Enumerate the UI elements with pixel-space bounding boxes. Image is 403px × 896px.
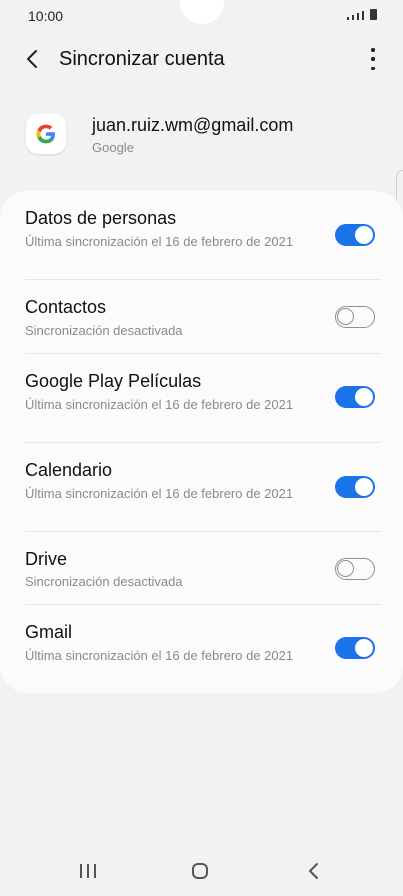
- app-bar: Sincronizar cuenta: [0, 40, 403, 80]
- sync-item-status: Última sincronización el 16 de febrero d…: [25, 486, 294, 501]
- more-options-icon[interactable]: [369, 48, 377, 70]
- signal-icon: [362, 11, 364, 20]
- sync-toggle[interactable]: [335, 224, 375, 246]
- sync-item-status: Última sincronización el 16 de febrero d…: [25, 234, 294, 249]
- home-icon[interactable]: [192, 863, 208, 879]
- sync-toggle[interactable]: [335, 558, 375, 580]
- status-time: 10:00: [28, 8, 64, 24]
- sync-item-drive[interactable]: Drive Sincronización desactivada: [0, 532, 403, 605]
- sync-item-google-play-peliculas[interactable]: Google Play Películas Última sincronizac…: [0, 354, 403, 442]
- page-title: Sincronizar cuenta: [59, 48, 225, 70]
- navigation-bar: [0, 840, 403, 896]
- recent-apps-icon[interactable]: [80, 864, 96, 878]
- sync-item-label: Calendario: [25, 460, 113, 480]
- sync-item-status: Última sincronización el 16 de febrero d…: [25, 397, 294, 412]
- sync-toggle[interactable]: [335, 306, 375, 328]
- sync-item-label: Google Play Películas: [25, 371, 202, 391]
- sync-item-status: Sincronización desactivada: [25, 323, 183, 338]
- sync-item-status: Sincronización desactivada: [25, 574, 183, 589]
- sync-toggle[interactable]: [335, 386, 375, 408]
- signal-icon: [347, 17, 349, 20]
- sync-item-status: Última sincronización el 16 de febrero d…: [25, 648, 294, 663]
- account-email: juan.ruiz.wm@gmail.com: [92, 115, 294, 135]
- battery-icon: [370, 9, 377, 20]
- signal-icon: [352, 15, 354, 20]
- sync-item-label: Contactos: [25, 297, 107, 317]
- back-arrow-icon[interactable]: [22, 48, 44, 70]
- account-header: juan.ruiz.wm@gmail.com Google: [0, 108, 403, 160]
- sync-item-label: Datos de personas: [25, 208, 177, 228]
- camera-notch: [180, 0, 224, 24]
- sync-item-datos-de-personas[interactable]: Datos de personas Última sincronización …: [0, 191, 403, 279]
- sync-toggle[interactable]: [335, 476, 375, 498]
- sync-item-label: Drive: [25, 549, 68, 569]
- nav-back-icon[interactable]: [307, 862, 321, 880]
- sync-item-calendario[interactable]: Calendario Última sincronización el 16 d…: [0, 443, 403, 531]
- google-logo-icon: [26, 114, 66, 154]
- signal-icon: [357, 13, 359, 20]
- status-bar: 10:00: [0, 0, 403, 32]
- status-icons: [347, 9, 377, 20]
- sync-toggle[interactable]: [335, 637, 375, 659]
- sync-item-gmail[interactable]: Gmail Última sincronización el 16 de feb…: [0, 605, 403, 693]
- sync-list-card: Datos de personas Última sincronización …: [0, 191, 403, 693]
- sync-item-contactos[interactable]: Contactos Sincronización desactivada: [0, 280, 403, 353]
- account-provider: Google: [92, 140, 134, 155]
- sync-item-label: Gmail: [25, 622, 73, 642]
